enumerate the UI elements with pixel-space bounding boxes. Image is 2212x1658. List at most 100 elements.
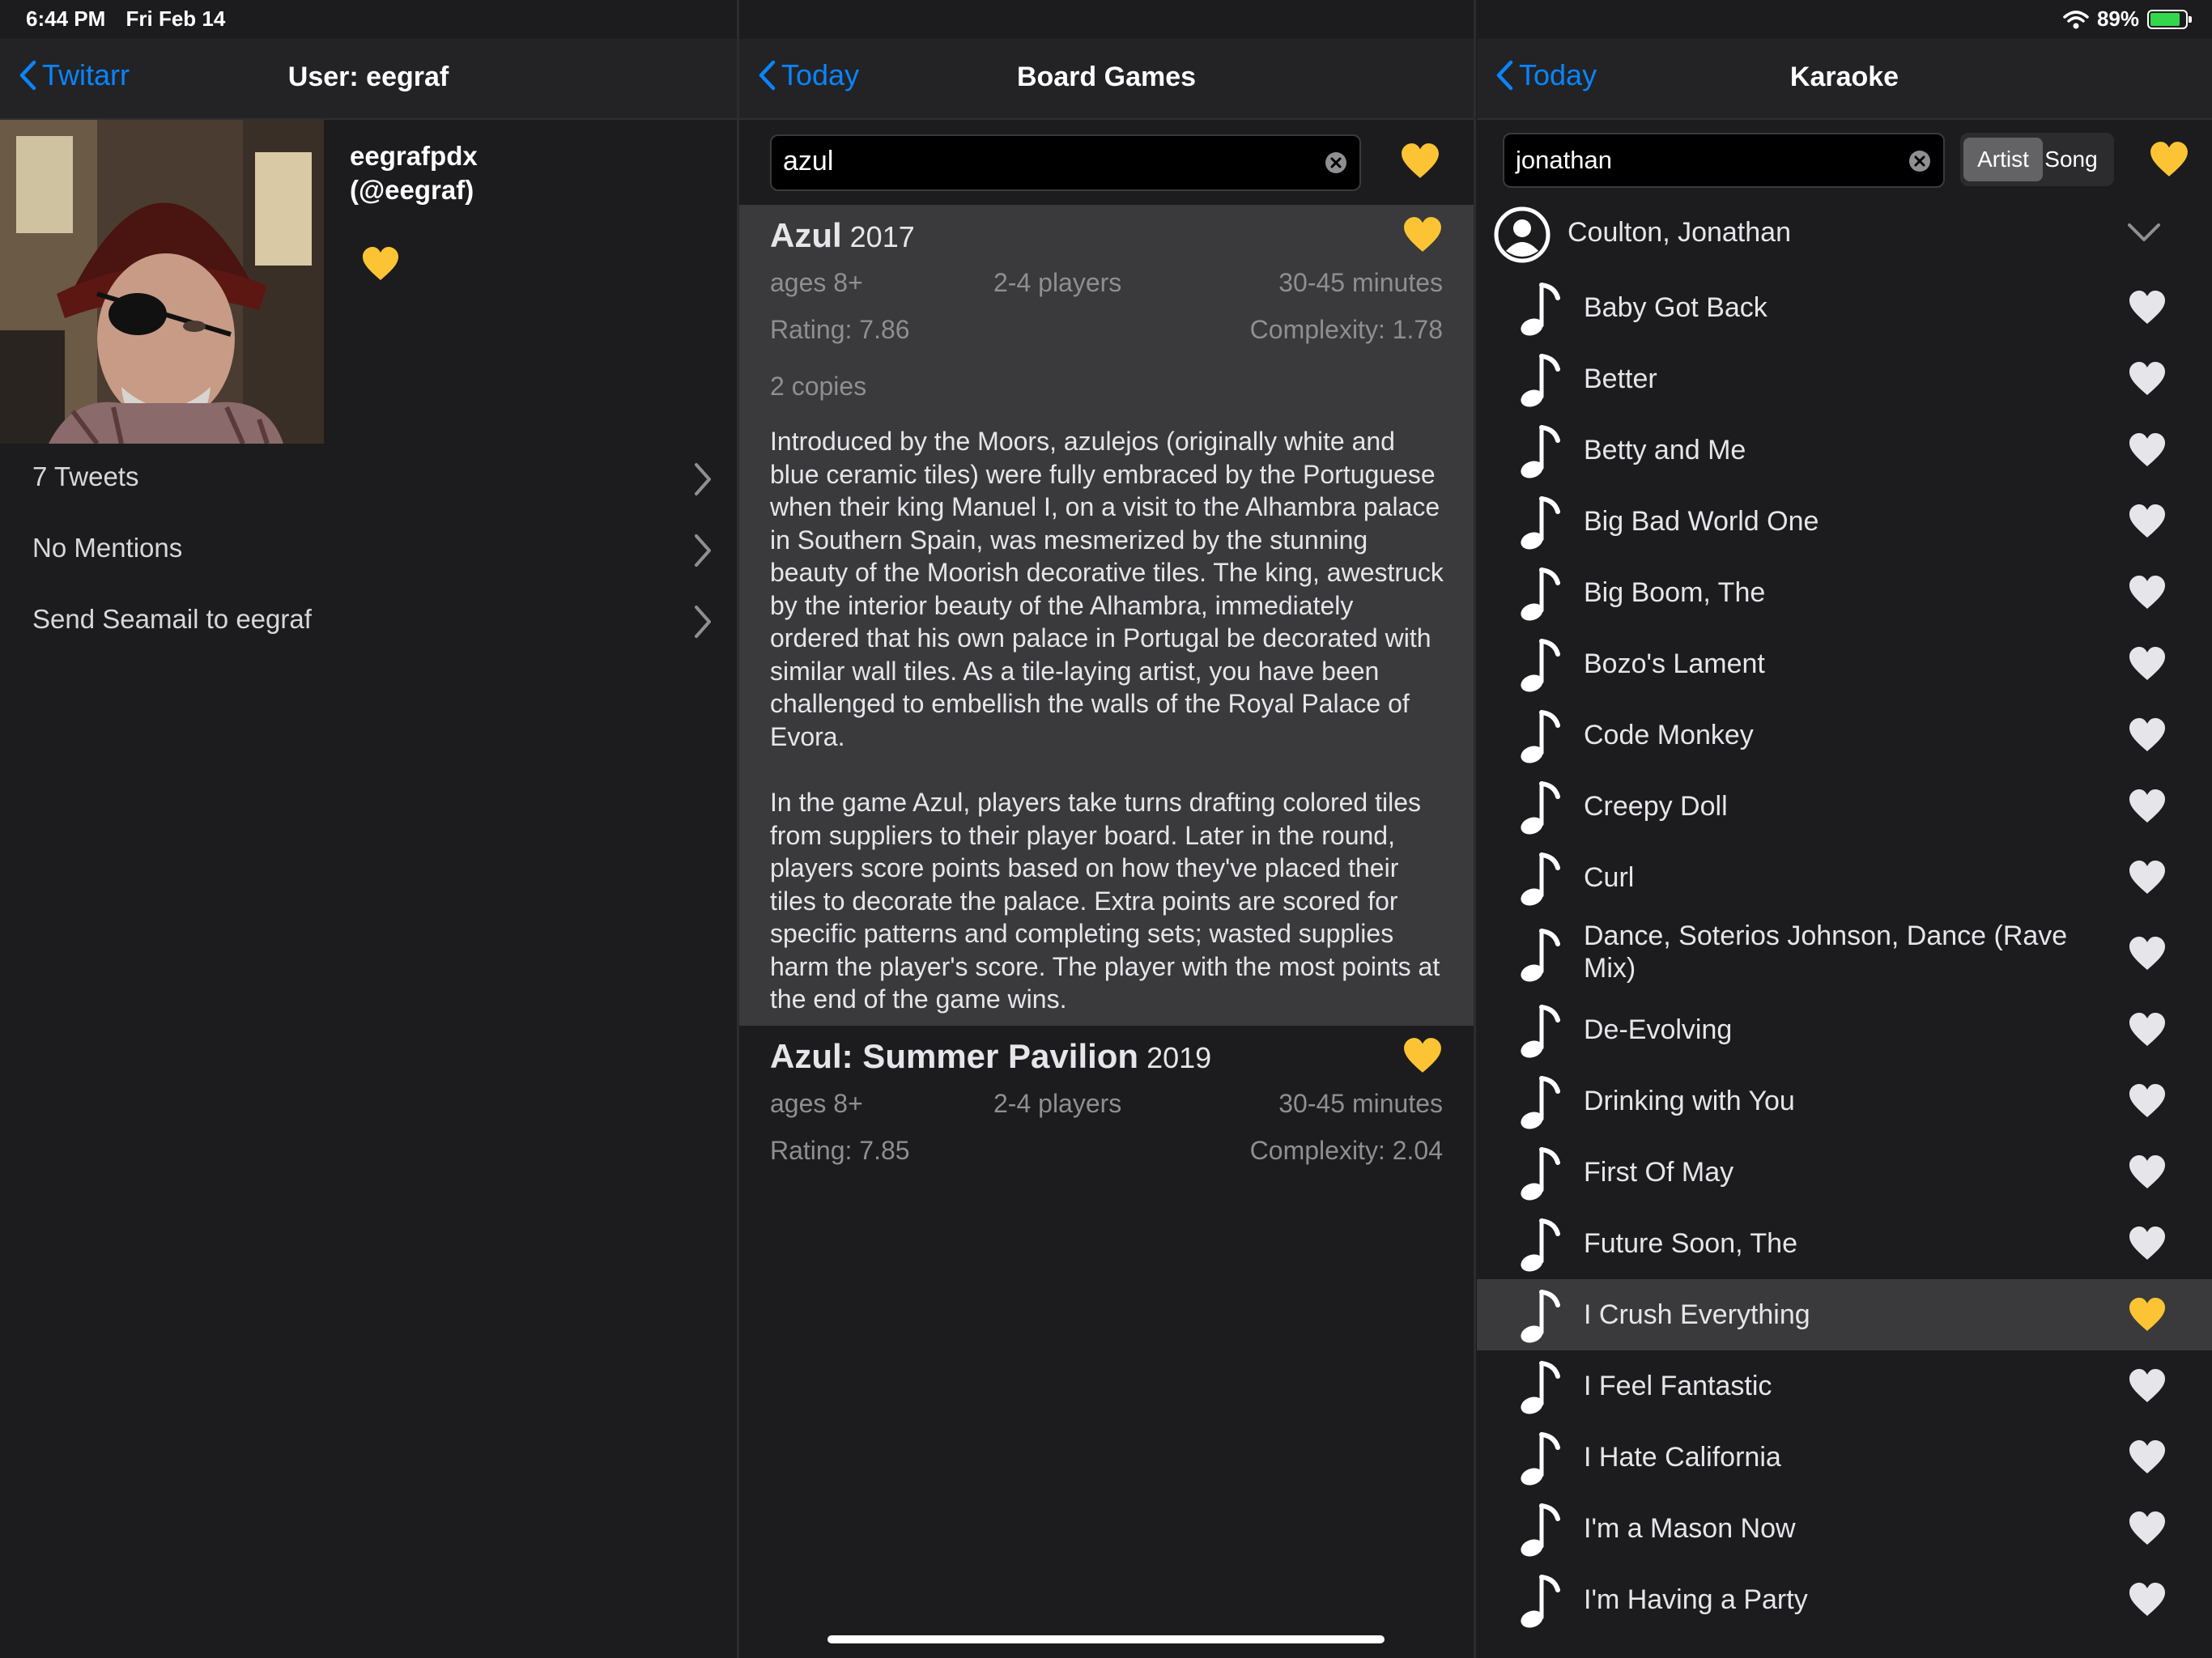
favorite-song-heart-icon[interactable] [2128, 936, 2167, 976]
song-row[interactable]: Dance, Soterios Johnson, Dance (Rave Mix… [1477, 913, 2212, 994]
mentions-label: No Mentions [32, 533, 183, 563]
favorite-song-heart-icon[interactable] [2128, 1012, 2167, 1052]
avatar[interactable] [0, 120, 324, 444]
favorite-song-heart-icon[interactable] [2128, 290, 2167, 329]
search-value: jonathan [1516, 146, 1612, 174]
music-note-icon [1521, 1432, 1560, 1486]
artist-header-row[interactable]: Coulton, Jonathan [1477, 198, 2212, 272]
favorite-song-heart-icon[interactable] [2128, 646, 2167, 686]
avatar-image [0, 120, 324, 444]
music-note-icon [1521, 283, 1560, 336]
send-seamail-row[interactable]: Send Seamail to eegraf [0, 586, 737, 657]
send-seamail-label: Send Seamail to eegraf [32, 604, 312, 634]
favorite-song-heart-icon[interactable] [2128, 432, 2167, 472]
chevron-down-icon[interactable] [2126, 222, 2162, 243]
favorite-song-heart-icon[interactable] [2128, 575, 2167, 614]
game-description-paragraph: Introduced by the Moors, azulejos (origi… [770, 427, 1444, 751]
song-row[interactable]: Big Boom, The [1477, 557, 2212, 628]
favorite-game-heart-icon[interactable] [1402, 216, 1443, 257]
game-year: 2019 [1146, 1041, 1212, 1074]
favorite-song-heart-icon[interactable] [2128, 717, 2167, 757]
game-card-azul[interactable]: Azul 2017 ages 8+ 2-4 players 30-45 minut… [739, 205, 1474, 1026]
favorite-song-heart-icon[interactable] [2128, 361, 2167, 401]
wifi-icon [2063, 10, 2089, 28]
favorite-song-heart-icon[interactable] [2128, 1582, 2167, 1622]
music-note-icon [1521, 425, 1560, 478]
song-title: Code Monkey [1584, 720, 1754, 750]
board-game-search-input[interactable]: azul [770, 134, 1361, 191]
favorite-song-heart-icon[interactable] [2128, 1154, 2167, 1194]
board-games-navbar: Today Board Games [739, 39, 1474, 120]
game-players: 2-4 players [993, 268, 1122, 297]
song-row[interactable]: Baby Got Back [1477, 272, 2212, 343]
song-row[interactable]: Drinking with You [1477, 1065, 2212, 1137]
song-row[interactable]: I Crush Everything [1477, 1279, 2212, 1350]
favorite-song-heart-icon[interactable] [2128, 1439, 2167, 1479]
user-navbar: Twitarr User: eegraf [0, 39, 737, 120]
tweets-row[interactable]: 7 Tweets [0, 444, 737, 515]
favorites-filter-heart-icon[interactable] [1400, 142, 1440, 184]
music-note-icon [1521, 852, 1560, 906]
battery-percent: 89% [2096, 6, 2139, 31]
home-indicator[interactable] [827, 1635, 1385, 1643]
favorite-game-heart-icon[interactable] [1402, 1037, 1443, 1078]
person-circle-icon [1494, 206, 1551, 263]
game-copies: 2 copies [770, 372, 867, 401]
mentions-row[interactable]: No Mentions [0, 515, 737, 586]
song-row[interactable]: I Feel Fantastic [1477, 1350, 2212, 1422]
artist-name: Coulton, Jonathan [1568, 217, 1791, 248]
music-note-icon [1521, 781, 1560, 835]
game-rating: Rating: 7.85 [770, 1136, 910, 1165]
favorite-song-heart-icon[interactable] [2128, 860, 2167, 899]
song-title: Drinking with You [1584, 1086, 1795, 1116]
game-players: 2-4 players [993, 1089, 1122, 1118]
favorites-filter-heart-icon[interactable] [2149, 141, 2189, 182]
segment-song[interactable]: Song [2031, 138, 2111, 181]
song-row[interactable]: Betty and Me [1477, 414, 2212, 486]
favorite-song-heart-icon[interactable] [2128, 1226, 2167, 1265]
karaoke-column: Today Karaoke jonathan Artist Song Coult… [1477, 0, 2212, 1658]
favorite-song-heart-icon[interactable] [2128, 1083, 2167, 1123]
song-row[interactable]: I'm a Mason Now [1477, 1493, 2212, 1564]
song-title: I Hate California [1584, 1442, 1781, 1473]
song-row[interactable]: Curl [1477, 842, 2212, 913]
favorite-song-heart-icon[interactable] [2128, 1511, 2167, 1550]
favorite-song-heart-icon[interactable] [2128, 1297, 2167, 1337]
song-row[interactable]: First Of May [1477, 1137, 2212, 1208]
song-row[interactable]: Code Monkey [1477, 699, 2212, 771]
song-title: Big Bad World One [1584, 506, 1819, 537]
battery-icon [2147, 9, 2192, 29]
profile-name: eegrafpdx (@eegraf) [350, 139, 478, 207]
song-row[interactable]: I Hate California [1477, 1422, 2212, 1493]
game-complexity: Complexity: 2.04 [1249, 1136, 1443, 1165]
song-title: Bozo's Lament [1584, 648, 1765, 679]
favorite-song-heart-icon[interactable] [2128, 504, 2167, 543]
song-title: First Of May [1584, 1157, 1734, 1188]
music-note-icon [1521, 639, 1560, 692]
song-row[interactable]: Creepy Doll [1477, 771, 2212, 842]
game-ages: ages 8+ [770, 1089, 863, 1118]
song-row[interactable]: Bozo's Lament [1477, 628, 2212, 699]
board-games-column: Today Board Games azul Azul 2017 ages 8+ … [739, 0, 1474, 1658]
music-note-icon [1521, 1076, 1560, 1129]
karaoke-search-input[interactable]: jonathan [1503, 133, 1945, 188]
game-title: Azul 2017 [770, 216, 915, 255]
favorite-song-heart-icon[interactable] [2128, 1368, 2167, 1408]
favorite-song-heart-icon[interactable] [2128, 789, 2167, 828]
favorite-user-heart-icon[interactable] [361, 246, 400, 286]
song-row[interactable]: I'm Having a Party [1477, 1564, 2212, 1635]
clear-icon[interactable] [1324, 151, 1348, 175]
game-complexity: Complexity: 1.78 [1249, 315, 1443, 344]
song-row[interactable]: Big Bad World One [1477, 486, 2212, 557]
song-row[interactable]: Better [1477, 343, 2212, 414]
game-rating: Rating: 7.86 [770, 315, 910, 344]
music-note-icon [1521, 1005, 1560, 1058]
clear-icon[interactable] [1908, 149, 1932, 173]
game-time: 30-45 minutes [1278, 268, 1443, 297]
music-note-icon [1521, 1503, 1560, 1557]
song-title: Big Boom, The [1584, 577, 1766, 608]
song-row[interactable]: Future Soon, The [1477, 1208, 2212, 1279]
song-row[interactable]: De-Evolving [1477, 994, 2212, 1065]
user-column: Twitarr User: eegraf eegrafpdx (@eegraf)… [0, 0, 737, 1658]
game-card-azul-summer-pavilion[interactable]: Azul: Summer Pavilion 2019 ages 8+ 2-4 pl… [739, 1026, 1474, 1188]
